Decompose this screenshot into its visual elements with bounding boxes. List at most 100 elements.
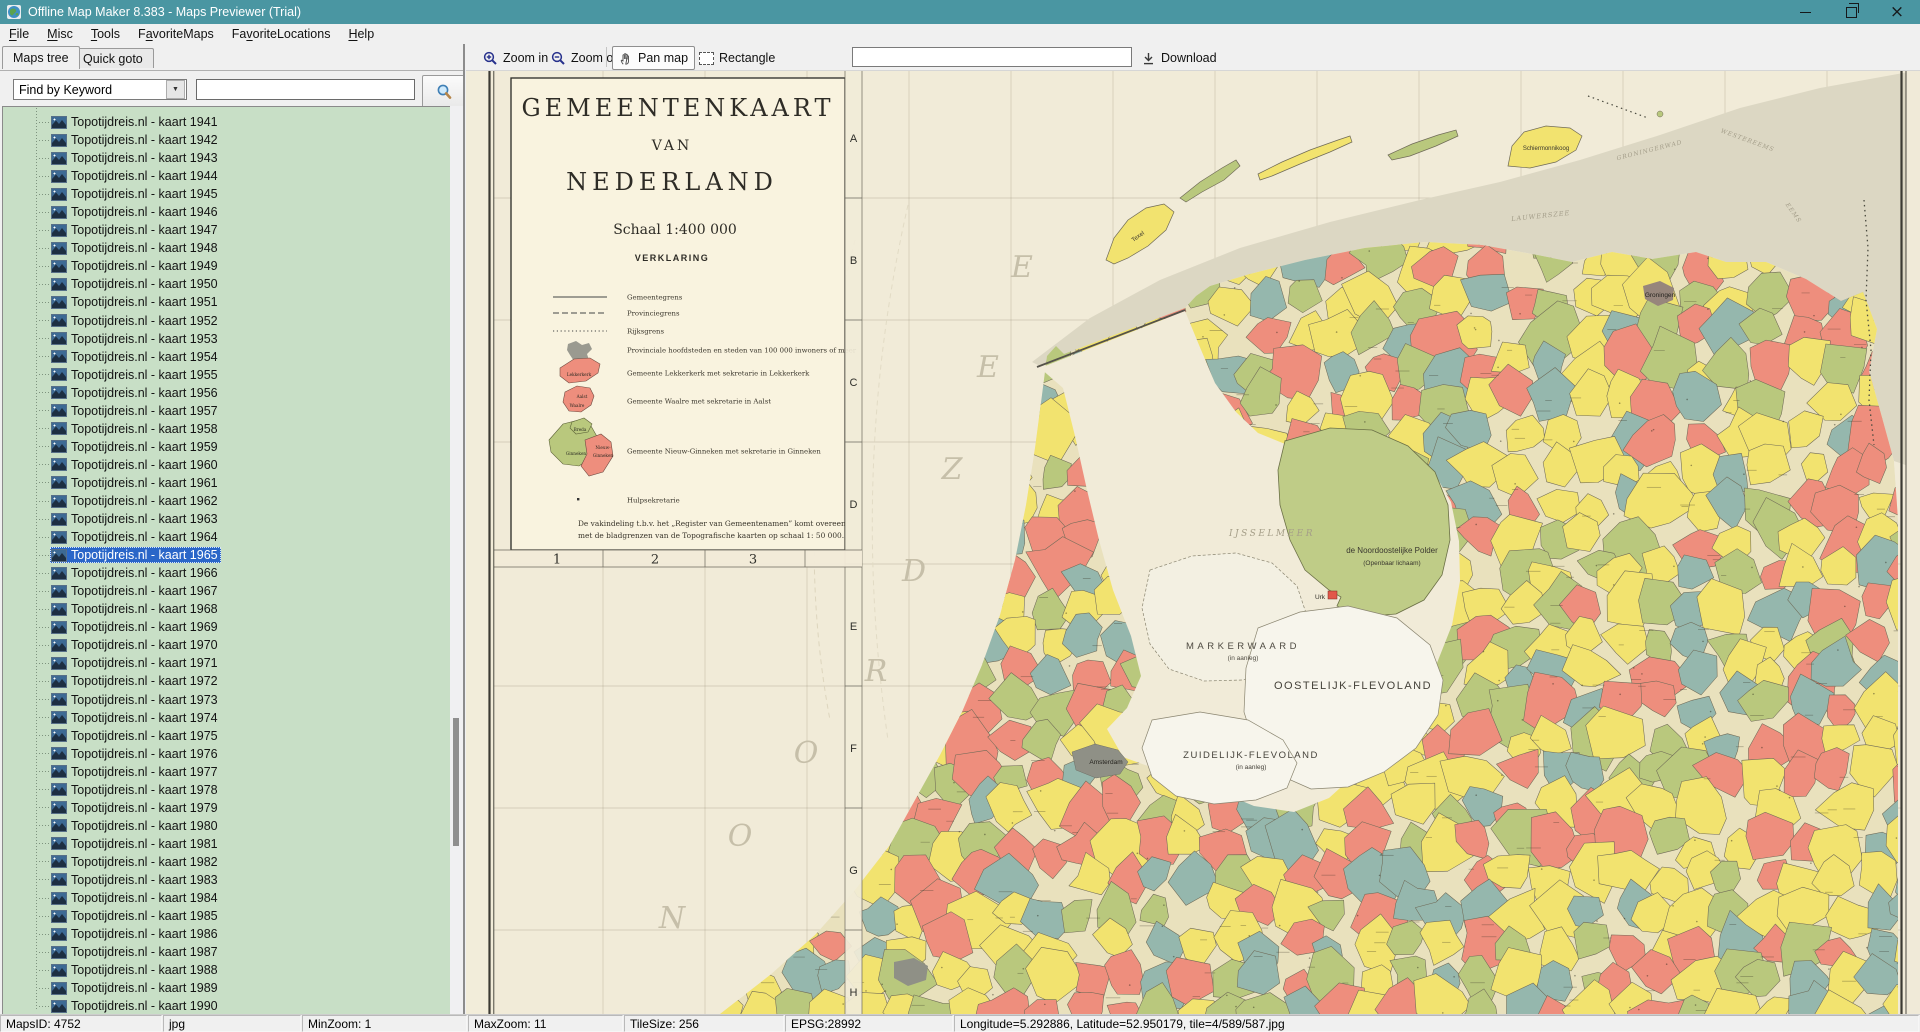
tree-item-1954[interactable]: Topotijdreis.nl - kaart 1954 (3, 348, 450, 366)
close-button[interactable]: × (1874, 0, 1920, 24)
tree-item-1977[interactable]: Topotijdreis.nl - kaart 1977 (3, 763, 450, 781)
tree-item-1946[interactable]: Topotijdreis.nl - kaart 1946 (3, 203, 450, 221)
tree-item-1964[interactable]: Topotijdreis.nl - kaart 1964 (3, 528, 450, 546)
map-viewport[interactable]: NOORDZEEIJSSELMEERMARKERWAARD(in aanleg)… (466, 71, 1920, 1014)
svg-text:Gemeente Lekkerkerk met sekret: Gemeente Lekkerkerk met sekretarie in Le… (627, 370, 810, 378)
sidebar-splitter[interactable] (463, 44, 465, 1014)
restore-button[interactable] (1828, 0, 1874, 24)
tree-item-1969[interactable]: Topotijdreis.nl - kaart 1969 (3, 618, 450, 636)
tree-item-1942[interactable]: Topotijdreis.nl - kaart 1942 (3, 131, 450, 149)
menu-help[interactable]: Help (339, 25, 383, 43)
tree-item-1941[interactable]: Topotijdreis.nl - kaart 1941 (3, 113, 450, 131)
find-mode-select[interactable]: Find by Keyword ▼ (13, 79, 187, 100)
tree-item-1971[interactable]: Topotijdreis.nl - kaart 1971 (3, 654, 450, 672)
tree-item-1955[interactable]: Topotijdreis.nl - kaart 1955 (3, 366, 450, 384)
tree-item-1963[interactable]: Topotijdreis.nl - kaart 1963 (3, 510, 450, 528)
tree-scrollbar[interactable] (450, 106, 463, 1014)
sidebar-tabstrip: Maps tree Quick goto (0, 44, 464, 71)
tree-item-1989[interactable]: Topotijdreis.nl - kaart 1989 (3, 979, 450, 997)
map-layer-icon (51, 386, 67, 399)
menu-tools[interactable]: Tools (82, 25, 129, 43)
tree-scrollbar-thumb[interactable] (453, 718, 459, 846)
map-layer-icon (51, 837, 67, 850)
tree-item-1953[interactable]: Topotijdreis.nl - kaart 1953 (3, 330, 450, 348)
tree-item-1983[interactable]: Topotijdreis.nl - kaart 1983 (3, 871, 450, 889)
tree-item-1990[interactable]: Topotijdreis.nl - kaart 1990 (3, 997, 450, 1014)
tree-item-1975[interactable]: Topotijdreis.nl - kaart 1975 (3, 727, 450, 745)
download-button[interactable]: Download (1134, 46, 1224, 70)
coordinates-input[interactable] (852, 47, 1132, 67)
tree-item-1976[interactable]: Topotijdreis.nl - kaart 1976 (3, 745, 450, 763)
tree-item-1965[interactable]: Topotijdreis.nl - kaart 1965 (3, 546, 450, 564)
tree-item-label: Topotijdreis.nl - kaart 1990 (71, 999, 218, 1013)
tree-connector (39, 266, 50, 267)
tree-connector (39, 699, 50, 700)
svg-text:de Noordoostelijke Polder: de Noordoostelijke Polder (1346, 546, 1438, 555)
rectangle-button[interactable]: Rectangle (692, 46, 782, 70)
tree-connector (39, 122, 50, 123)
tree-item-1944[interactable]: Topotijdreis.nl - kaart 1944 (3, 167, 450, 185)
tree-item-1960[interactable]: Topotijdreis.nl - kaart 1960 (3, 456, 450, 474)
tree-item-1959[interactable]: Topotijdreis.nl - kaart 1959 (3, 438, 450, 456)
tree-connector (39, 212, 50, 213)
tree-item-1943[interactable]: Topotijdreis.nl - kaart 1943 (3, 149, 450, 167)
tree-item-1958[interactable]: Topotijdreis.nl - kaart 1958 (3, 420, 450, 438)
tree-item-label: Topotijdreis.nl - kaart 1974 (71, 711, 218, 725)
tree-connector (39, 555, 50, 556)
minimize-button[interactable] (1782, 0, 1828, 24)
tree-item-1961[interactable]: Topotijdreis.nl - kaart 1961 (3, 474, 450, 492)
tree-item-1982[interactable]: Topotijdreis.nl - kaart 1982 (3, 853, 450, 871)
menu-favoritemaps[interactable]: FavoriteMaps (129, 25, 223, 43)
tree-item-1985[interactable]: Topotijdreis.nl - kaart 1985 (3, 907, 450, 925)
tree-item-1945[interactable]: Topotijdreis.nl - kaart 1945 (3, 185, 450, 203)
tree-item-1980[interactable]: Topotijdreis.nl - kaart 1980 (3, 817, 450, 835)
tree-item-1974[interactable]: Topotijdreis.nl - kaart 1974 (3, 709, 450, 727)
map-layer-icon (51, 567, 67, 580)
tree-item-1979[interactable]: Topotijdreis.nl - kaart 1979 (3, 799, 450, 817)
map-canvas[interactable]: NOORDZEEIJSSELMEERMARKERWAARD(in aanleg)… (466, 71, 1920, 1014)
tree-item-1962[interactable]: Topotijdreis.nl - kaart 1962 (3, 492, 450, 510)
tree-item-selbox: Topotijdreis.nl - kaart 1960 (50, 457, 221, 473)
tree-item-1952[interactable]: Topotijdreis.nl - kaart 1952 (3, 312, 450, 330)
tree-item-1947[interactable]: Topotijdreis.nl - kaart 1947 (3, 221, 450, 239)
tab-quick-goto[interactable]: Quick goto (72, 48, 154, 68)
tree-item-1949[interactable]: Topotijdreis.nl - kaart 1949 (3, 257, 450, 275)
tree-item-1966[interactable]: Topotijdreis.nl - kaart 1966 (3, 564, 450, 582)
tree-item-selbox: Topotijdreis.nl - kaart 1983 (50, 872, 221, 888)
tree-item-1972[interactable]: Topotijdreis.nl - kaart 1972 (3, 672, 450, 690)
tree-item-1967[interactable]: Topotijdreis.nl - kaart 1967 (3, 582, 450, 600)
search-button[interactable] (422, 75, 465, 108)
map-layer-icon (51, 747, 67, 760)
tree-item-1948[interactable]: Topotijdreis.nl - kaart 1948 (3, 239, 450, 257)
menu-misc[interactable]: Misc (38, 25, 82, 43)
tree-connector (39, 843, 50, 844)
tree-item-1951[interactable]: Topotijdreis.nl - kaart 1951 (3, 293, 450, 311)
tree-item-1957[interactable]: Topotijdreis.nl - kaart 1957 (3, 402, 450, 420)
tree-item-1978[interactable]: Topotijdreis.nl - kaart 1978 (3, 781, 450, 799)
tree-item-1968[interactable]: Topotijdreis.nl - kaart 1968 (3, 600, 450, 618)
tree-connector (39, 302, 50, 303)
menu-file[interactable]: File (0, 25, 38, 43)
tree-item-selbox: Topotijdreis.nl - kaart 1966 (50, 565, 221, 581)
pan-map-button[interactable]: Pan map (612, 46, 695, 70)
tree-item-1986[interactable]: Topotijdreis.nl - kaart 1986 (3, 925, 450, 943)
menu-favoritelocations[interactable]: FavoriteLocations (223, 25, 340, 43)
svg-text:MARKERWAARD: MARKERWAARD (1186, 641, 1300, 652)
tab-maps-tree[interactable]: Maps tree (2, 46, 80, 69)
tree-item-1973[interactable]: Topotijdreis.nl - kaart 1973 (3, 691, 450, 709)
tree-item-label: Topotijdreis.nl - kaart 1971 (71, 656, 218, 670)
tree-connector (39, 753, 50, 754)
tree-item-1981[interactable]: Topotijdreis.nl - kaart 1981 (3, 835, 450, 853)
tree-item-1970[interactable]: Topotijdreis.nl - kaart 1970 (3, 636, 450, 654)
tree-item-selbox: Topotijdreis.nl - kaart 1959 (50, 439, 221, 455)
tree-item-1950[interactable]: Topotijdreis.nl - kaart 1950 (3, 275, 450, 293)
tree-item-selbox: Topotijdreis.nl - kaart 1962 (50, 493, 221, 509)
tree-item-1956[interactable]: Topotijdreis.nl - kaart 1956 (3, 384, 450, 402)
keyword-input[interactable] (196, 79, 415, 100)
tree-item-1987[interactable]: Topotijdreis.nl - kaart 1987 (3, 943, 450, 961)
tree-item-1988[interactable]: Topotijdreis.nl - kaart 1988 (3, 961, 450, 979)
tree-item-1984[interactable]: Topotijdreis.nl - kaart 1984 (3, 889, 450, 907)
tree-item-selbox: Topotijdreis.nl - kaart 1941 (50, 114, 221, 130)
tree-connector (39, 392, 50, 393)
zoom-in-label: Zoom in (503, 51, 548, 65)
